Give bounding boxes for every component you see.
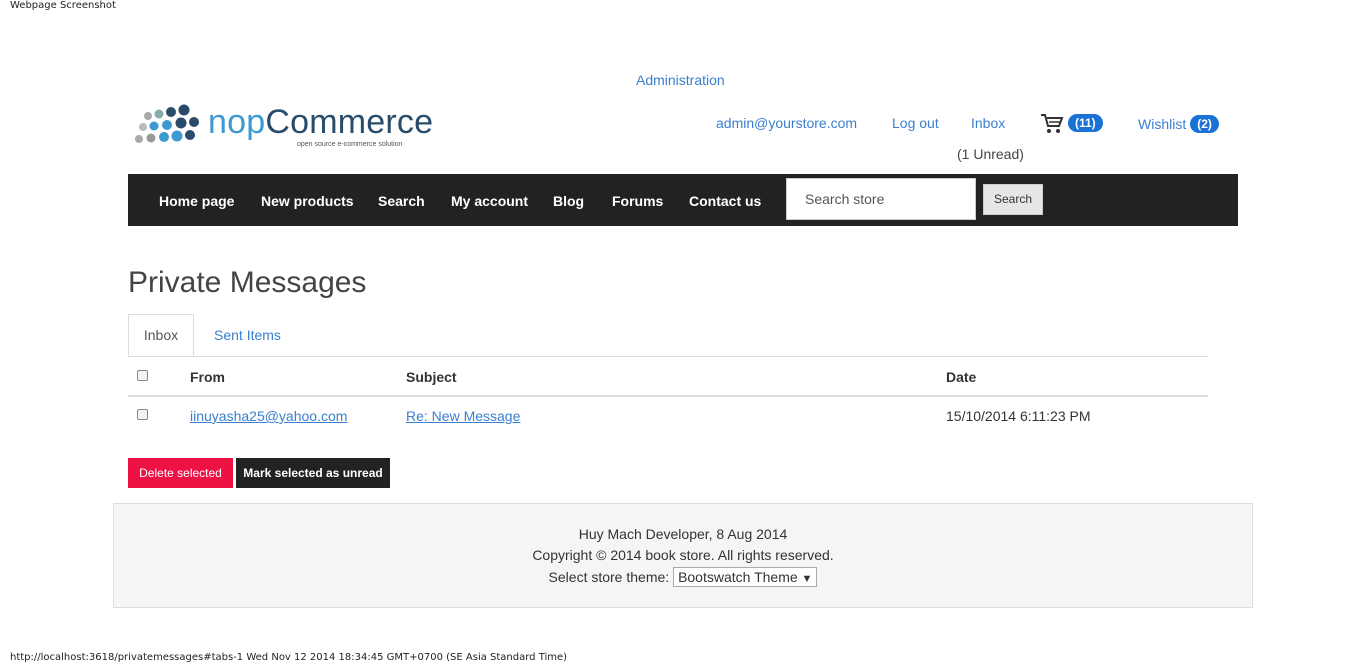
- wishlist-count-badge: (2): [1190, 115, 1219, 133]
- wishlist-label: Wishlist: [1138, 116, 1187, 132]
- delete-selected-button[interactable]: Delete selected: [128, 458, 233, 488]
- message-from-link[interactable]: iinuyasha25@yahoo.com: [190, 408, 347, 424]
- store-logo[interactable]: nopCommerce open source e-commerce solut…: [132, 103, 434, 155]
- shopping-cart-link[interactable]: (11): [1040, 113, 1103, 135]
- logo-wordmark: nopCommerce: [208, 103, 434, 141]
- select-all-checkbox[interactable]: [137, 370, 148, 381]
- page-caption: Webpage Screenshot: [10, 0, 116, 11]
- tab-divider: [128, 356, 1208, 357]
- main-navbar: Home page New products Search My account…: [128, 174, 1238, 226]
- cart-icon: [1041, 114, 1064, 133]
- message-date: 15/10/2014 6:11:23 PM: [946, 408, 1091, 424]
- nav-my-account[interactable]: My account: [451, 193, 528, 209]
- nav-forums[interactable]: Forums: [612, 193, 663, 209]
- tab-sent-items[interactable]: Sent Items: [214, 327, 281, 343]
- theme-select[interactable]: Bootswatch Theme ▼: [673, 567, 818, 587]
- message-from: iinuyasha25@yahoo.com: [190, 408, 347, 424]
- nav-home-page[interactable]: Home page: [159, 193, 234, 209]
- header-divider: [128, 395, 1208, 397]
- wishlist-link[interactable]: Wishlist (2): [1138, 115, 1219, 133]
- search-button[interactable]: Search: [983, 184, 1043, 215]
- message-subject-link[interactable]: Re: New Message: [406, 408, 520, 424]
- nav-search[interactable]: Search: [378, 193, 425, 209]
- footer-credit: Huy Mach Developer, 8 Aug 2014: [578, 526, 788, 542]
- footer-copyright: Copyright © 2014 book store. All rights …: [532, 547, 834, 563]
- tab-inbox[interactable]: Inbox: [128, 314, 194, 357]
- page-footer: Huy Mach Developer, 8 Aug 2014 Copyright…: [113, 503, 1253, 608]
- theme-select-value: Bootswatch Theme: [678, 569, 798, 585]
- administration-link[interactable]: Administration: [636, 72, 725, 88]
- nav-contact-us[interactable]: Contact us: [689, 193, 761, 209]
- message-subject: Re: New Message: [406, 408, 520, 424]
- message-row-checkbox[interactable]: [137, 409, 148, 420]
- column-header-date: Date: [946, 369, 977, 385]
- theme-selector-row: Select store theme: Bootswatch Theme ▼: [114, 567, 1252, 587]
- search-input[interactable]: Search store: [786, 178, 976, 220]
- inbox-unread-count: (1 Unread): [957, 146, 1024, 162]
- logout-link[interactable]: Log out: [892, 115, 939, 131]
- dropdown-arrow-icon: ▼: [801, 573, 813, 585]
- nav-new-products[interactable]: New products: [261, 193, 354, 209]
- column-header-from: From: [190, 369, 225, 385]
- status-url: http://localhost:3618/privatemessages#ta…: [10, 652, 568, 663]
- column-header-subject: Subject: [406, 369, 457, 385]
- mark-unread-button[interactable]: Mark selected as unread: [236, 458, 390, 488]
- theme-label: Select store theme:: [548, 569, 670, 585]
- logo-tagline: open source e-commerce solution: [297, 141, 403, 148]
- logo-dots-icon: [135, 104, 199, 143]
- nav-blog[interactable]: Blog: [553, 193, 584, 209]
- cart-count-badge: (11): [1068, 114, 1103, 133]
- page-title: Private Messages: [128, 266, 367, 299]
- account-link[interactable]: admin@yourstore.com: [716, 115, 857, 131]
- inbox-link[interactable]: Inbox: [971, 115, 1005, 131]
